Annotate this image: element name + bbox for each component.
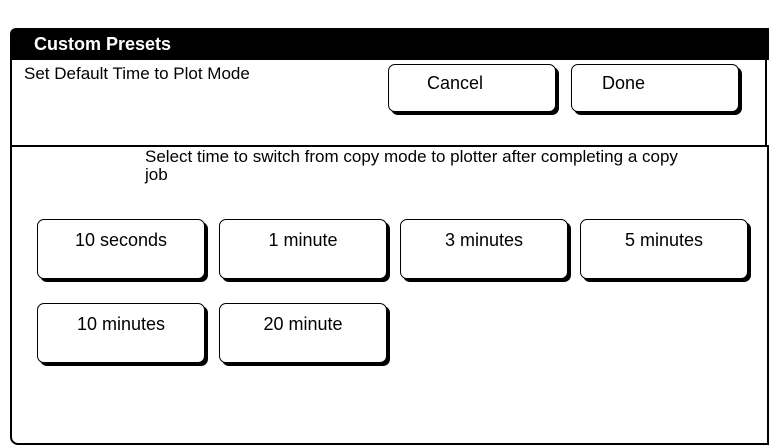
- done-button-label: Done: [602, 73, 646, 93]
- option-20-minute-button[interactable]: 20 minute: [219, 303, 387, 363]
- mode-label: Set Default Time to Plot Mode: [24, 64, 250, 83]
- option-label: 3 minutes: [444, 230, 524, 250]
- window-title: Custom Presets: [34, 34, 172, 54]
- option-label: 5 minutes: [624, 230, 704, 250]
- custom-presets-screen: Custom Presets Set Default Time to Plot …: [10, 28, 769, 445]
- cancel-button[interactable]: Cancel: [388, 64, 556, 112]
- option-1-minute-button[interactable]: 1 minute: [219, 219, 387, 279]
- body-panel: [10, 147, 769, 445]
- done-button[interactable]: Done: [571, 64, 739, 112]
- option-5-minutes-button[interactable]: 5 minutes: [580, 219, 748, 279]
- option-10-seconds-button[interactable]: 10 seconds: [37, 219, 205, 279]
- option-label: 20 minute: [263, 314, 343, 334]
- option-10-minutes-button[interactable]: 10 minutes: [37, 303, 205, 363]
- title-bar: Custom Presets: [10, 28, 769, 60]
- option-3-minutes-button[interactable]: 3 minutes: [400, 219, 568, 279]
- option-label: 1 minute: [268, 230, 338, 250]
- cancel-button-label: Cancel: [427, 73, 484, 93]
- option-label: 10 seconds: [74, 230, 168, 250]
- instruction-text: Select time to switch from copy mode to …: [145, 147, 678, 184]
- option-label: 10 minutes: [76, 314, 166, 334]
